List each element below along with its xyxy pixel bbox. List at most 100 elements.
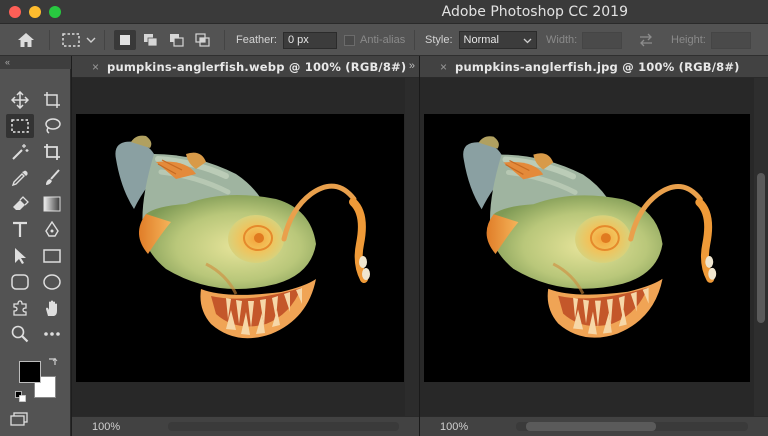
antialias-checkbox[interactable] <box>344 34 355 46</box>
ellipse-icon <box>43 274 61 290</box>
height-label: Height: <box>671 34 706 46</box>
expand-panels-icon[interactable]: » <box>409 60 415 72</box>
canvas-area-right[interactable] <box>420 78 768 416</box>
swap-dimensions-button[interactable] <box>638 24 654 56</box>
toolbox: « <box>0 56 71 436</box>
close-tab-icon[interactable]: × <box>92 60 99 74</box>
move-icon <box>11 91 29 109</box>
default-colors-icon <box>15 391 26 402</box>
crop-tool[interactable] <box>38 140 66 164</box>
zoom-tool[interactable] <box>6 322 34 346</box>
vertical-scrollbar-right[interactable] <box>754 78 768 416</box>
zoom-level-right[interactable]: 100% <box>420 421 490 433</box>
home-icon <box>18 33 34 47</box>
custom-shape-tool[interactable] <box>6 296 34 320</box>
lasso-icon <box>45 118 61 134</box>
width-label: Width: <box>546 34 578 46</box>
document-title-right: pumpkins-anglerfish.jpg @ 100% (RGB/8#) <box>455 59 740 74</box>
zoom-level-left[interactable]: 100% <box>72 421 142 433</box>
vertical-scroll-thumb[interactable] <box>757 173 765 323</box>
artboard-icon <box>44 92 60 108</box>
pumpkin-anglerfish-image <box>463 136 717 338</box>
subtract-from-selection-button[interactable] <box>166 30 188 50</box>
new-selection-button[interactable] <box>114 30 136 50</box>
default-colors-button[interactable] <box>15 391 27 406</box>
hand-tool[interactable] <box>38 296 66 320</box>
document-tab-right[interactable]: × pumpkins-anglerfish.jpg @ 100% (RGB/8#… <box>420 56 768 78</box>
horizontal-scroll-thumb[interactable] <box>526 422 656 431</box>
rect-marquee-icon <box>62 33 80 47</box>
status-bar-right: 100% <box>420 416 768 436</box>
horizontal-scrollbar-right[interactable] <box>516 422 748 431</box>
document-title-left: pumpkins-anglerfish.webp @ 100% (RGB/8#) <box>107 59 407 74</box>
pen-tool[interactable] <box>38 218 66 242</box>
crop-icon <box>44 144 60 160</box>
marquee-tool[interactable] <box>6 114 34 138</box>
close-tab-icon[interactable]: × <box>440 60 447 74</box>
vertical-scrollbar-left[interactable] <box>405 78 419 416</box>
eraser-tool[interactable] <box>6 192 34 216</box>
gradient-icon <box>43 196 61 212</box>
style-select-value: Normal <box>463 34 499 46</box>
eyedropper-tool[interactable] <box>6 166 34 190</box>
horizontal-scrollbar-left[interactable] <box>168 422 399 431</box>
antialias-label: Anti-alias <box>360 34 406 46</box>
move-tool[interactable] <box>6 88 34 112</box>
add-selection-icon <box>144 34 158 47</box>
screen-mode-icon <box>10 412 28 426</box>
tool-preset-picker[interactable] <box>62 24 96 56</box>
ellipse-tool[interactable] <box>38 270 66 294</box>
status-bar-left: 100% <box>72 416 419 436</box>
arrow-pointer-icon <box>15 248 26 264</box>
gradient-tool[interactable] <box>38 192 66 216</box>
width-field[interactable] <box>582 31 623 49</box>
chevron-down-icon <box>86 37 96 43</box>
rect-marquee-icon <box>11 119 29 133</box>
style-select[interactable]: Normal <box>458 31 537 49</box>
type-tool[interactable] <box>6 218 34 242</box>
brush-tool[interactable] <box>38 166 66 190</box>
magic-wand-icon <box>12 144 29 160</box>
canvas-area-left[interactable] <box>72 78 419 416</box>
feather-field[interactable]: 0 px <box>282 31 337 49</box>
pumpkin-anglerfish-image <box>115 135 370 339</box>
title-bar: Adobe Photoshop CC 2019 <box>0 0 768 24</box>
magnifier-icon <box>11 325 29 343</box>
rectangle-icon <box>43 249 61 263</box>
pen-icon <box>45 221 59 237</box>
document-image-left <box>76 114 404 382</box>
magic-wand-tool[interactable] <box>6 140 34 164</box>
swap-colors-icon <box>49 357 58 365</box>
rounded-rect-tool[interactable] <box>6 270 34 294</box>
foreground-color-swatch[interactable] <box>19 361 41 383</box>
document-image-right <box>424 114 750 382</box>
eyedropper-icon <box>11 170 28 187</box>
home-button[interactable] <box>17 24 35 56</box>
screen-mode-button[interactable] <box>10 412 28 429</box>
ellipsis-icon <box>44 332 60 336</box>
puzzle-icon <box>13 300 27 316</box>
more-tools-button[interactable] <box>38 322 66 346</box>
app-title: Adobe Photoshop CC 2019 <box>441 4 628 20</box>
document-pane-left: × pumpkins-anglerfish.webp @ 100% (RGB/8… <box>72 56 419 436</box>
brush-icon <box>46 169 60 185</box>
feather-label: Feather: <box>236 34 277 46</box>
toolbox-collapse[interactable]: « <box>0 56 71 69</box>
rectangle-tool[interactable] <box>38 244 66 268</box>
path-selection-tool[interactable] <box>6 244 34 268</box>
lasso-tool[interactable] <box>38 114 66 138</box>
swap-arrows-icon <box>640 33 652 47</box>
intersect-selection-button[interactable] <box>192 30 214 50</box>
add-to-selection-button[interactable] <box>140 30 162 50</box>
rounded-rect-icon <box>11 274 29 290</box>
artboard-tool[interactable] <box>38 88 66 112</box>
intersect-selection-icon <box>195 33 210 47</box>
chevron-down-icon <box>523 38 531 43</box>
swap-colors-button[interactable] <box>47 357 58 371</box>
eraser-icon <box>13 196 29 210</box>
document-tab-left[interactable]: × pumpkins-anglerfish.webp @ 100% (RGB/8… <box>72 56 419 78</box>
subtract-selection-icon <box>170 34 184 47</box>
options-bar: Feather: 0 px Anti-alias Style: Normal W… <box>0 24 768 56</box>
new-selection-icon <box>120 35 130 45</box>
height-field[interactable] <box>710 31 751 49</box>
